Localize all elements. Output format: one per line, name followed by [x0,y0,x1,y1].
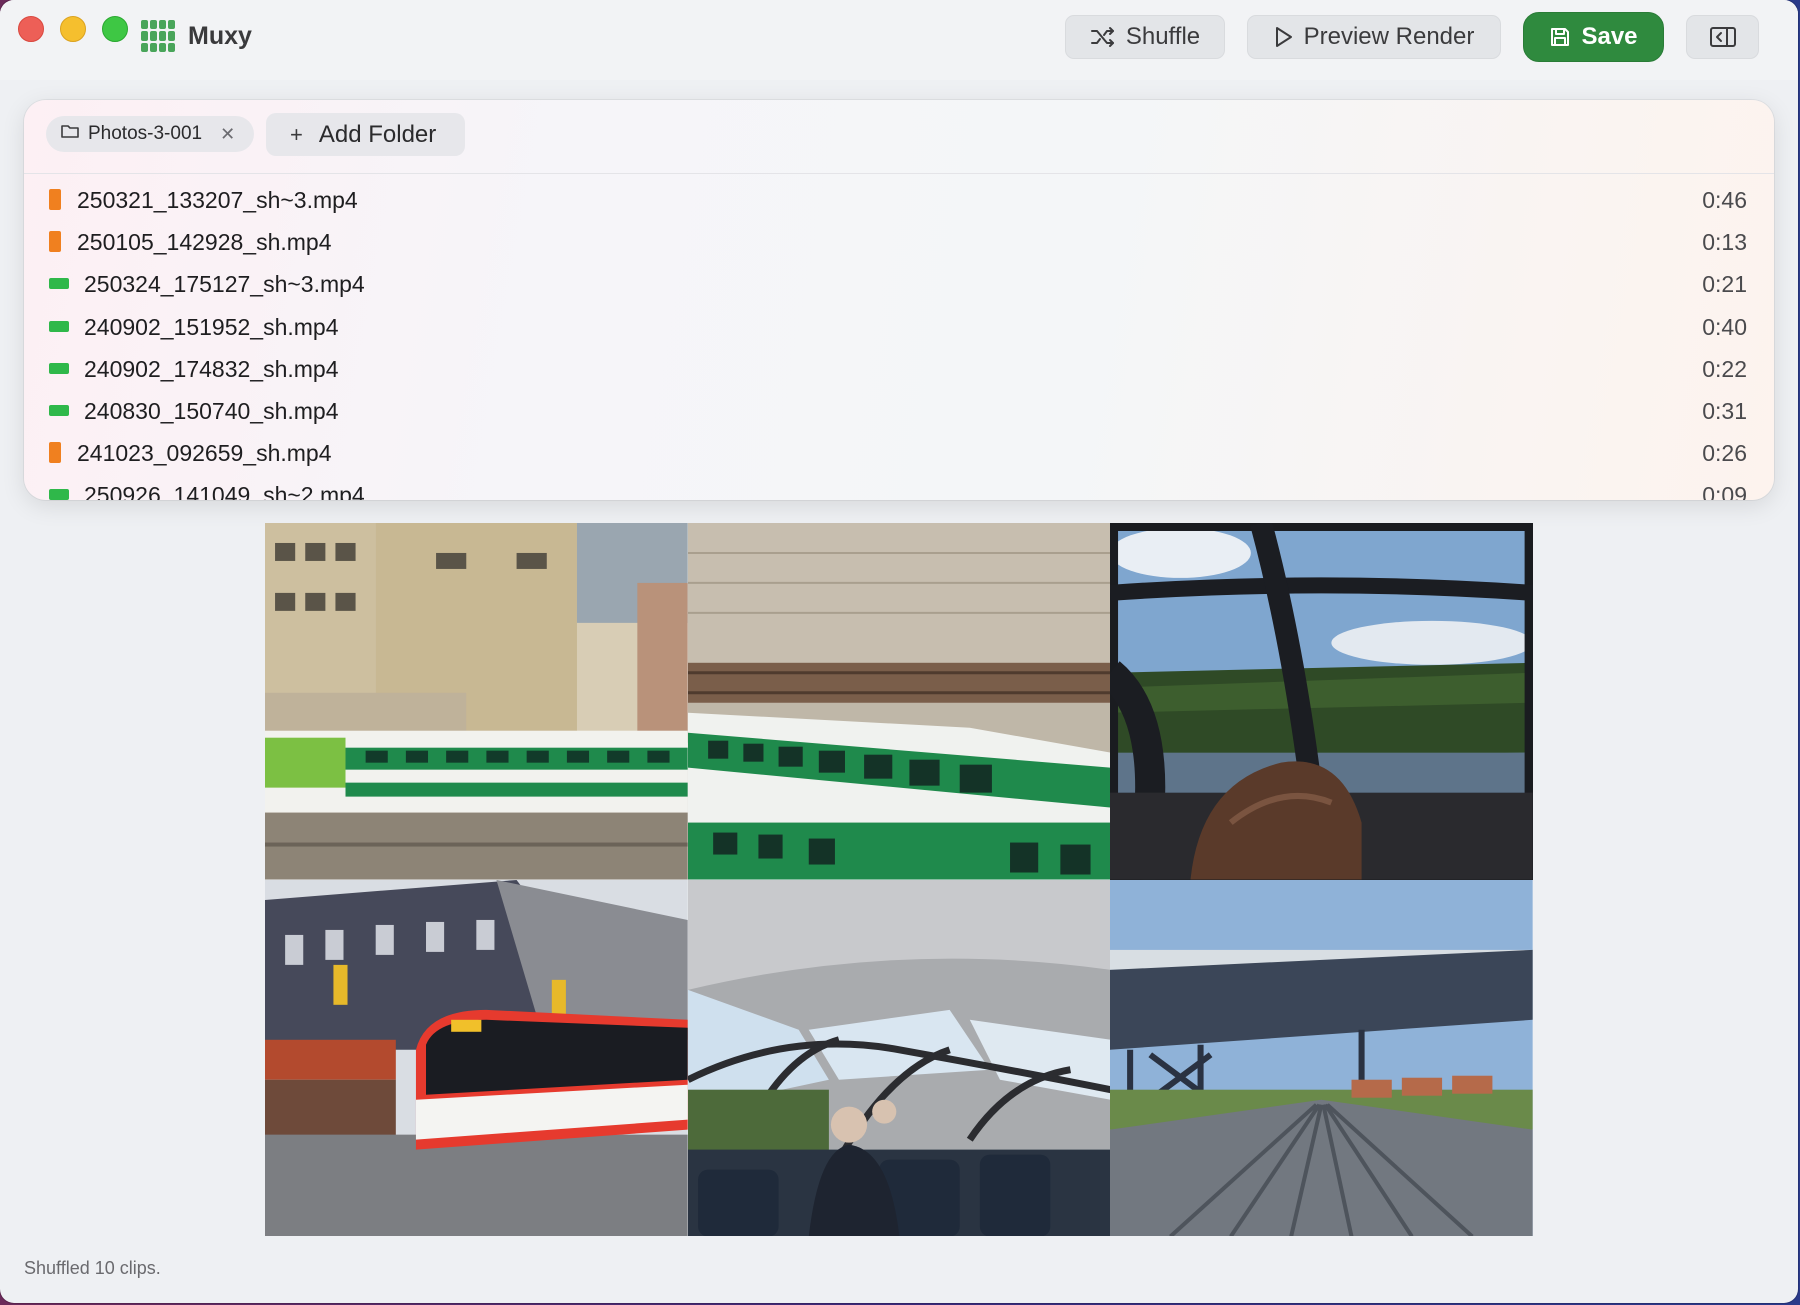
clip-duration: 0:22 [1702,355,1747,382]
clip-row[interactable]: 240902_174832_sh.mp4 0:22 [24,347,1774,389]
plus-icon: + [290,121,303,147]
save-icon [1549,26,1571,48]
clip-duration: 0:09 [1702,482,1747,500]
tile-streetcar [265,879,688,1236]
maximize-window-button[interactable] [102,16,128,42]
clip-name: 250926_141049_sh~2.mp4 [84,482,365,500]
add-folder-label: Add Folder [318,120,437,148]
clip-row[interactable]: 240902_151952_sh.mp4 0:40 [24,305,1774,347]
clip-row[interactable]: 250105_142928_sh.mp4 0:13 [24,220,1774,262]
clip-duration: 0:21 [1702,271,1747,298]
vertical-clip-icon [49,442,61,464]
tile-dome-car [687,879,1111,1236]
clip-duration: 0:46 [1702,187,1747,213]
tile-lake-window [1110,523,1533,880]
status-text: Shuffled 10 clips. [24,1258,161,1278]
horizontal-clip-icon [49,489,69,500]
clip-name: 250324_175127_sh~3.mp4 [84,271,365,298]
clip-name: 240830_150740_sh.mp4 [84,397,339,424]
clip-duration: 0:26 [1702,440,1747,467]
title-bar: Muxy Shuffle Preview Render Save [0,0,1798,80]
horizontal-clip-icon [49,278,69,290]
clip-name: 250321_133207_sh~3.mp4 [77,187,358,213]
clip-list: 250321_133207_sh~3.mp4 0:46 250105_142928_… [24,178,1774,500]
tile-train-car [687,523,1111,880]
remove-folder-icon[interactable]: ✕ [220,124,235,145]
clip-name: 241023_092659_sh.mp4 [77,440,332,467]
folder-icon [60,122,80,146]
minimize-window-button[interactable] [60,16,86,42]
app-grid-icon [141,20,175,52]
vertical-clip-icon [49,231,61,253]
shuffle-label: Shuffle [1125,23,1201,50]
clip-row[interactable]: 250926_141049_sh~2.mp4 0:09 [24,473,1774,500]
clip-name: 240902_151952_sh.mp4 [84,313,339,340]
source-panel: Photos-3-001 ✕ + Add Folder 250321_13320… [24,100,1774,500]
close-window-button[interactable] [18,16,44,42]
folder-chip-label: Photos-3-001 [88,123,203,144]
save-label: Save [1581,23,1638,50]
preview-grid [265,523,1533,1236]
shuffle-icon [1090,26,1116,48]
preview-render-button[interactable]: Preview Render [1247,15,1501,59]
clip-duration: 0:40 [1702,313,1747,340]
tile-train-station [265,523,688,880]
clip-name: 240902_174832_sh.mp4 [84,355,339,382]
horizontal-clip-icon [49,362,69,374]
horizontal-clip-icon [49,404,69,416]
clip-duration: 0:31 [1702,397,1747,424]
toggle-sidebar-button[interactable] [1686,15,1759,59]
clip-row[interactable]: 250321_133207_sh~3.mp4 0:46 [24,178,1774,220]
clip-name: 250105_142928_sh.mp4 [77,229,332,256]
horizontal-clip-icon [49,320,69,332]
clip-row[interactable]: 241023_092659_sh.mp4 0:26 [24,431,1774,473]
add-folder-button[interactable]: + Add Folder [266,113,465,156]
clip-row[interactable]: 240830_150740_sh.mp4 0:31 [24,389,1774,431]
folder-chip[interactable]: Photos-3-001 ✕ [46,116,254,152]
panel-header: Photos-3-001 ✕ + Add Folder [24,100,1774,174]
shuffle-button[interactable]: Shuffle [1065,15,1225,59]
save-button[interactable]: Save [1523,12,1664,62]
vertical-clip-icon [49,189,61,210]
play-icon [1274,26,1294,48]
tile-bridge [1110,879,1533,1236]
sidebar-icon [1709,25,1737,49]
clip-duration: 0:13 [1702,229,1747,256]
preview-render-label: Preview Render [1303,23,1475,50]
clip-row[interactable]: 250324_175127_sh~3.mp4 0:21 [24,262,1774,304]
app-title: Muxy [188,22,252,50]
app-window: Muxy Shuffle Preview Render Save Photos-… [0,0,1798,1303]
